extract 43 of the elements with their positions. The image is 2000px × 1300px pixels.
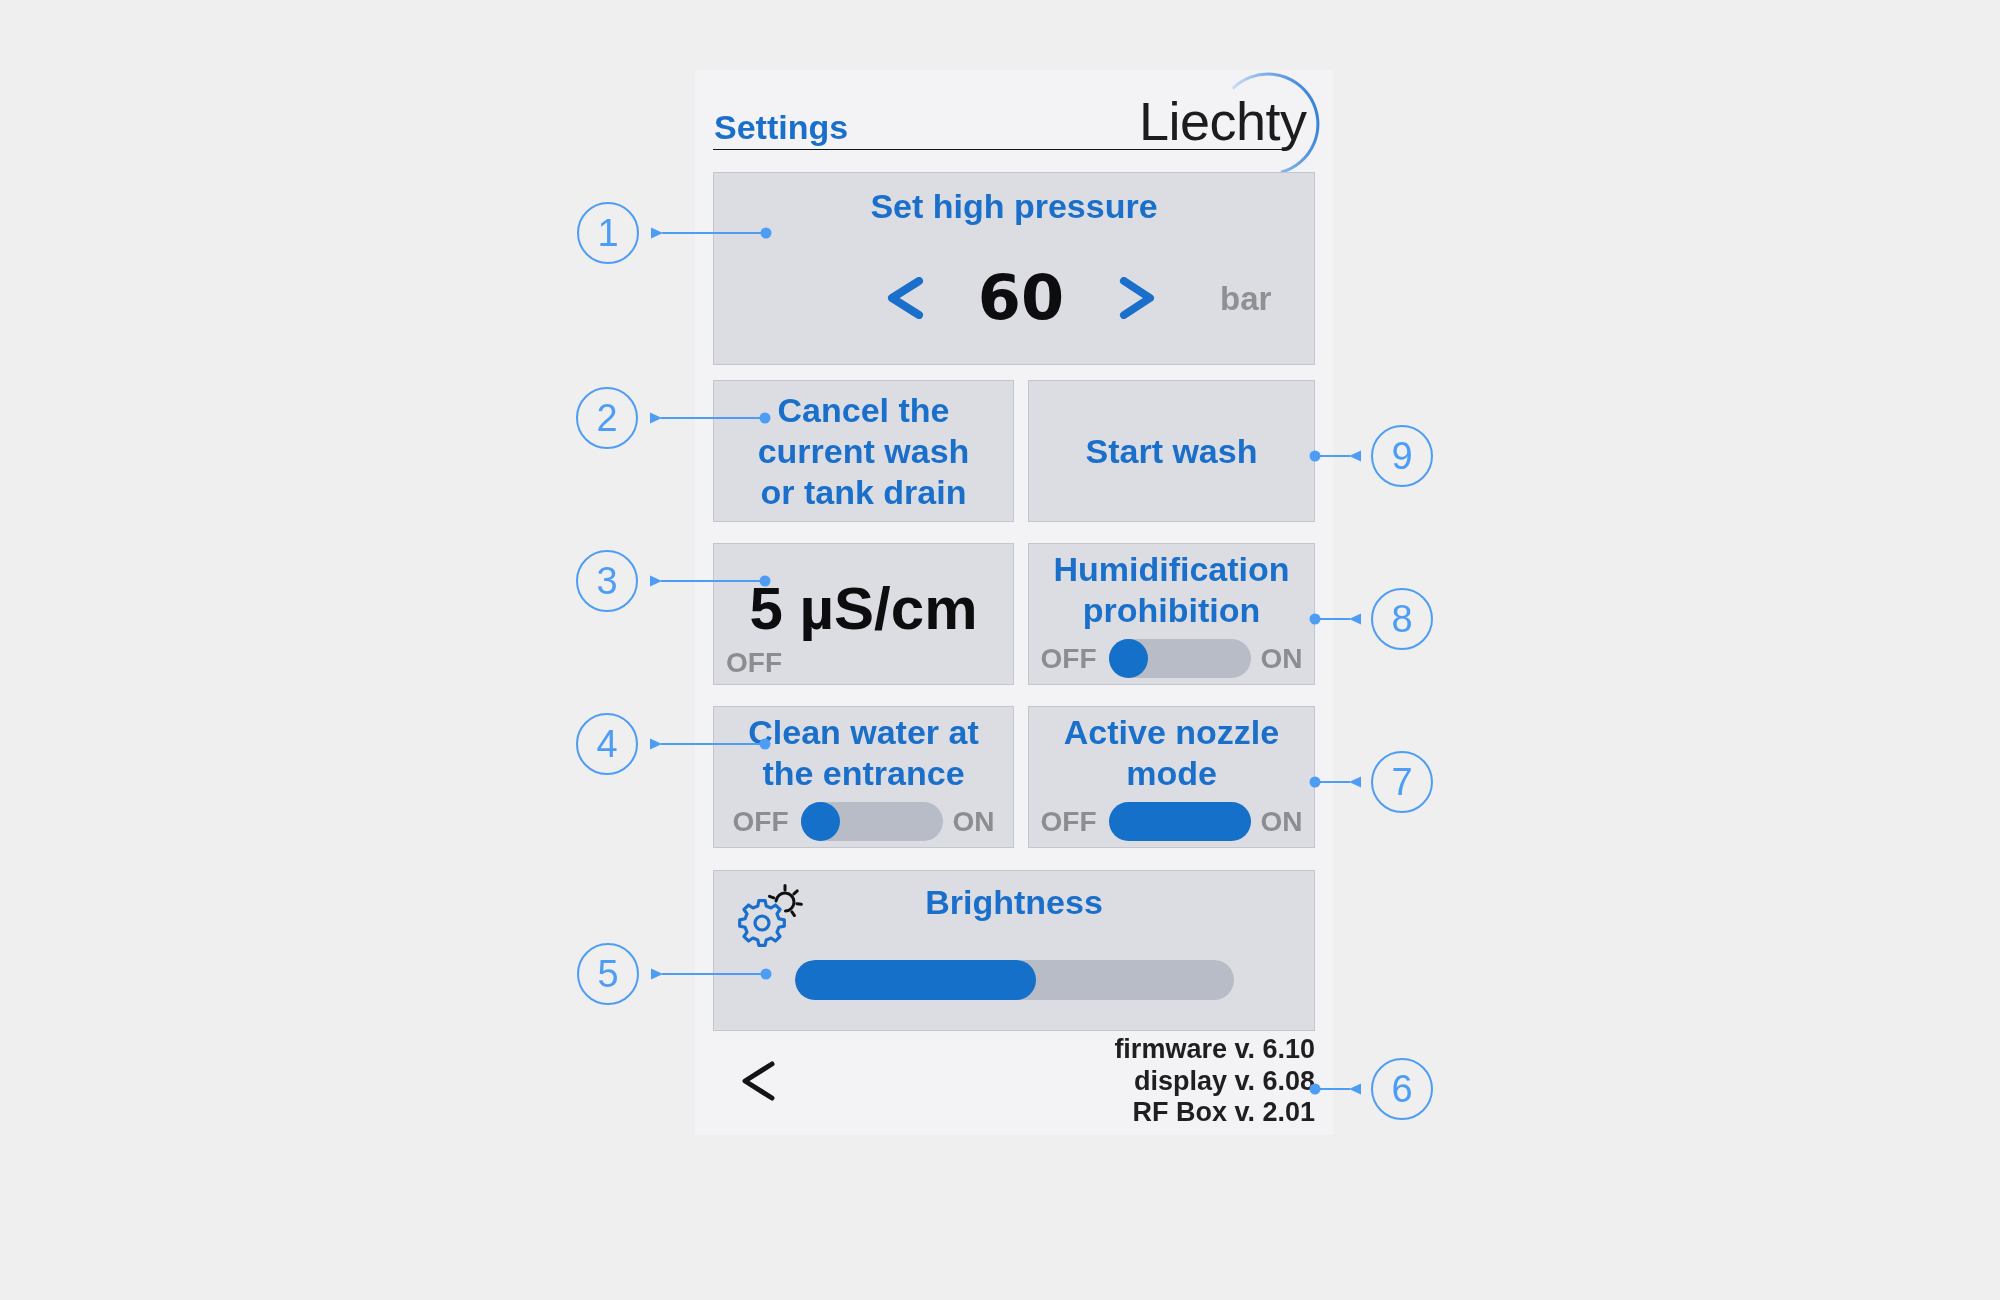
callout-number: 5 xyxy=(577,943,639,1005)
tile-button[interactable]: Cancel the current wash or tank drain xyxy=(713,380,1014,522)
gear-sun-icon xyxy=(737,882,803,948)
increase-button[interactable] xyxy=(1119,277,1155,319)
callout-number: 4 xyxy=(576,713,638,775)
callout-number: 2 xyxy=(576,387,638,449)
switch-label: Humidification prohibition xyxy=(1052,549,1291,631)
callout-number: 8 xyxy=(1371,588,1433,650)
toggle-switch[interactable] xyxy=(800,802,943,841)
off-label: OFF xyxy=(1040,806,1097,837)
callout-number: 9 xyxy=(1371,425,1433,487)
page-title: Settings xyxy=(713,110,849,148)
toggle-knob[interactable] xyxy=(800,802,840,841)
brightness-slider[interactable] xyxy=(795,960,1234,1000)
callout-number: 7 xyxy=(1371,751,1433,813)
toggle-knob[interactable] xyxy=(1108,639,1148,678)
tile-button[interactable]: Start wash xyxy=(1028,380,1315,522)
pressure-value: 60 xyxy=(976,267,1066,329)
toggle-switch[interactable] xyxy=(1108,639,1251,678)
callout-number: 1 xyxy=(577,202,639,264)
version-text: firmware v. 6.10 xyxy=(1114,1034,1315,1066)
chevron-left-icon xyxy=(739,1060,777,1102)
pressure-title: Set high pressure xyxy=(870,186,1158,227)
unit-label: bar xyxy=(1220,281,1272,315)
switch-label: Clean water at the entrance xyxy=(747,712,980,794)
version-text: RF Box v. 2.01 xyxy=(1131,1097,1315,1129)
back-button[interactable] xyxy=(739,1060,777,1102)
off-label: OFF xyxy=(732,806,789,837)
on-label: ON xyxy=(952,806,995,837)
reading-value: 5 µS/cm xyxy=(748,576,979,642)
on-label: ON xyxy=(1260,806,1303,837)
callout-number: 3 xyxy=(576,550,638,612)
off-label: OFF xyxy=(1040,643,1097,674)
version-text: display v. 6.08 xyxy=(1132,1065,1315,1097)
brightness-title: Brightness xyxy=(925,882,1103,923)
status-label: OFF xyxy=(726,648,783,678)
decrease-button[interactable] xyxy=(886,277,924,319)
toggle-switch[interactable] xyxy=(1108,802,1251,841)
chevron-left-icon xyxy=(886,277,924,319)
callout-number: 6 xyxy=(1371,1057,1433,1120)
switch-label: Active nozzle mode xyxy=(1062,712,1281,794)
chevron-right-icon xyxy=(1119,277,1155,319)
on-label: ON xyxy=(1260,643,1303,674)
